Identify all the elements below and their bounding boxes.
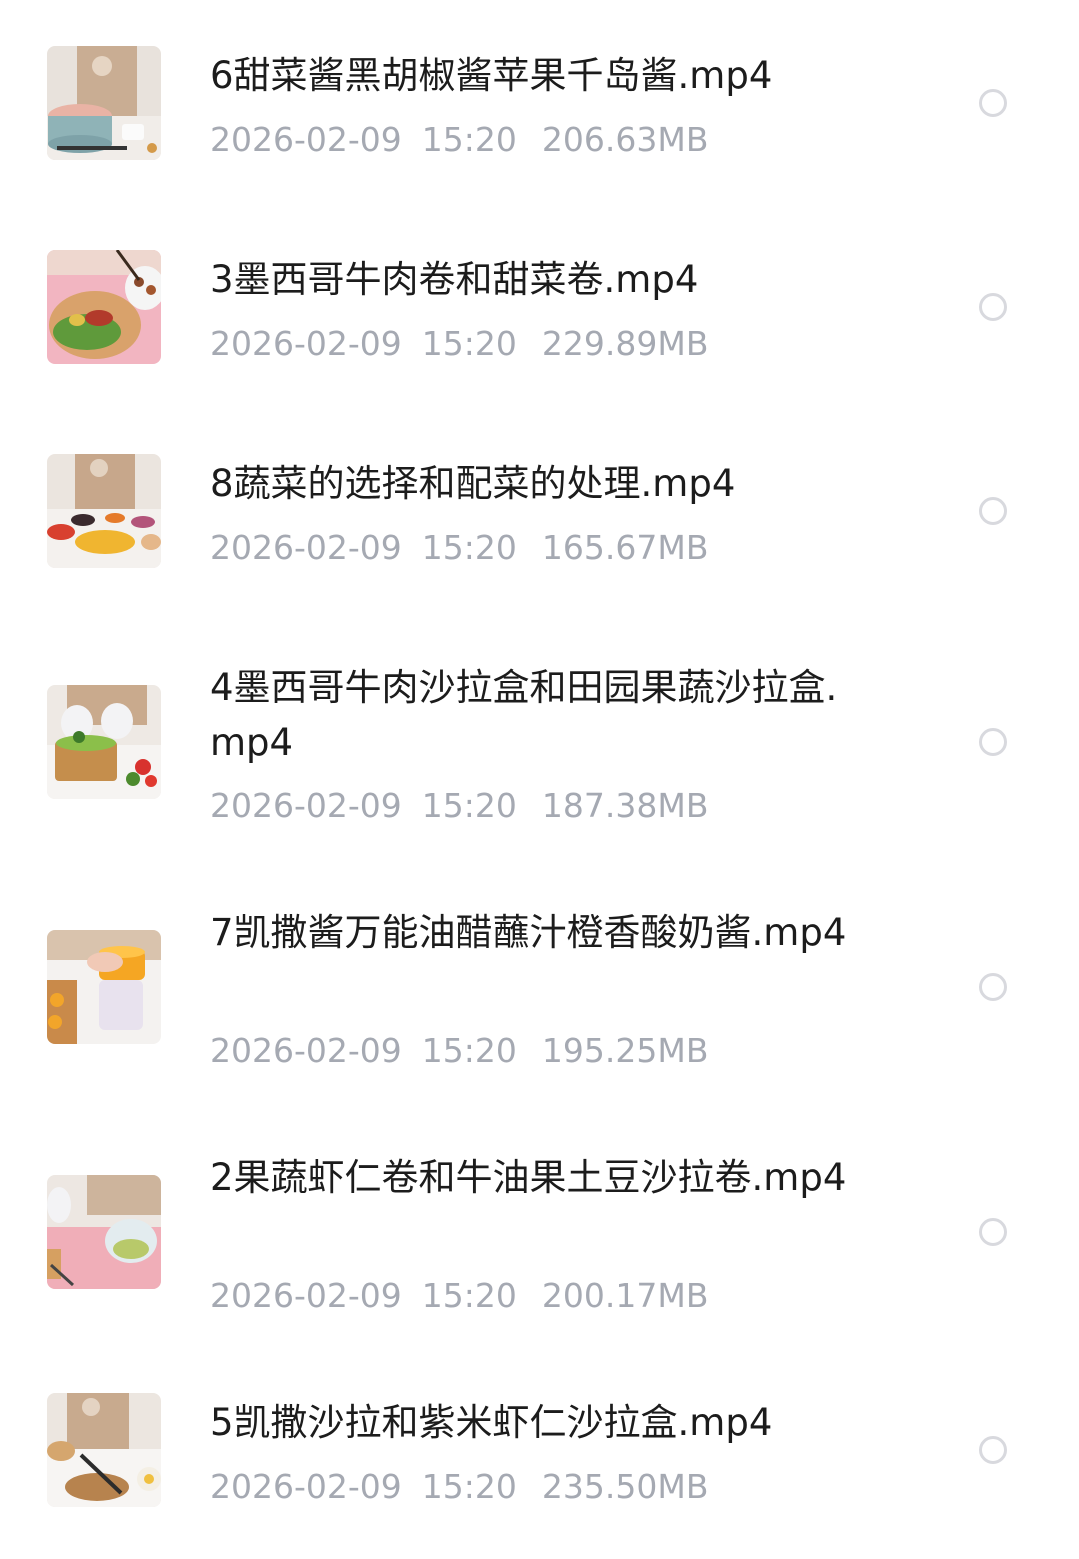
video-thumbnail [47,685,161,799]
file-size: 195.25MB [541,1031,709,1070]
select-radio[interactable] [979,89,1007,117]
select-radio[interactable] [979,1436,1007,1464]
file-name: 2果蔬虾仁卷和牛油果土豆沙拉卷.mp4 [210,1156,847,1199]
file-item[interactable]: 6甜菜酱黑胡椒酱苹果千岛酱.mp4 2026-02-09 15:20 206.63M… [0,0,1079,204]
file-size: 206.63MB [541,120,709,159]
file-meta: 2026-02-09 15:20 206.63MB [210,120,708,160]
file-time: 15:20 [421,120,517,159]
file-name: 8蔬菜的选择和配菜的处理.mp4 [210,462,736,505]
file-list: 6甜菜酱黑胡椒酱苹果千岛酱.mp4 2026-02-09 15:20 206.63M… [0,0,1079,1559]
file-size: 229.89MB [541,324,709,363]
file-name: 5凯撒沙拉和紫米虾仁沙拉盒.mp4 [210,1401,773,1444]
select-radio[interactable] [979,728,1007,756]
file-meta: 2026-02-09 15:20 200.17MB [210,1276,708,1316]
file-size: 187.38MB [541,786,709,825]
file-date: 2026-02-09 [210,120,402,159]
file-name: 6甜菜酱黑胡椒酱苹果千岛酱.mp4 [210,54,773,97]
file-meta: 2026-02-09 15:20 229.89MB [210,324,708,364]
video-thumbnail [47,1393,161,1507]
file-name: 3墨西哥牛肉卷和甜菜卷.mp4 [210,258,699,301]
file-date: 2026-02-09 [210,324,402,363]
file-meta: 2026-02-09 15:20 165.67MB [210,528,708,568]
video-thumbnail [47,454,161,568]
file-time: 15:20 [421,1276,517,1315]
video-thumbnail [47,250,161,364]
file-time: 15:20 [421,786,517,825]
video-thumbnail [47,930,161,1044]
file-item[interactable]: 3墨西哥牛肉卷和甜菜卷.mp4 2026-02-09 15:20 229.89MB [0,204,1079,408]
file-size: 165.67MB [541,528,709,567]
select-radio[interactable] [979,497,1007,525]
file-date: 2026-02-09 [210,1031,402,1070]
select-radio[interactable] [979,293,1007,321]
file-item[interactable]: 5凯撒沙拉和紫米虾仁沙拉盒.mp4 2026-02-09 15:20 235.50M… [0,1347,1079,1559]
file-time: 15:20 [421,528,517,567]
file-date: 2026-02-09 [210,1467,402,1506]
file-item[interactable]: 7凯撒酱万能油醋蘸汁橙香酸奶酱.mp4 2026-02-09 15:20 195.2… [0,857,1079,1102]
video-thumbnail [47,46,161,160]
file-size: 235.50MB [541,1467,709,1506]
file-name: 4墨西哥牛肉沙拉盒和田园果蔬沙拉盒.mp4 [210,666,838,764]
file-date: 2026-02-09 [210,528,402,567]
file-item[interactable]: 4墨西哥牛肉沙拉盒和田园果蔬沙拉盒.mp4 2026-02-09 15:20 187… [0,612,1079,870]
file-meta: 2026-02-09 15:20 187.38MB [210,786,708,826]
file-date: 2026-02-09 [210,786,402,825]
file-time: 15:20 [421,1031,517,1070]
select-radio[interactable] [979,1218,1007,1246]
file-time: 15:20 [421,324,517,363]
file-name: 7凯撒酱万能油醋蘸汁橙香酸奶酱.mp4 [210,911,847,954]
file-meta: 2026-02-09 15:20 235.50MB [210,1467,708,1507]
file-size: 200.17MB [541,1276,709,1315]
file-time: 15:20 [421,1467,517,1506]
file-meta: 2026-02-09 15:20 195.25MB [210,1031,708,1071]
video-thumbnail [47,1175,161,1289]
file-item[interactable]: 8蔬菜的选择和配菜的处理.mp4 2026-02-09 15:20 165.67MB [0,408,1079,612]
file-item[interactable]: 2果蔬虾仁卷和牛油果土豆沙拉卷.mp4 2026-02-09 15:20 200.1… [0,1102,1079,1347]
file-date: 2026-02-09 [210,1276,402,1315]
select-radio[interactable] [979,973,1007,1001]
